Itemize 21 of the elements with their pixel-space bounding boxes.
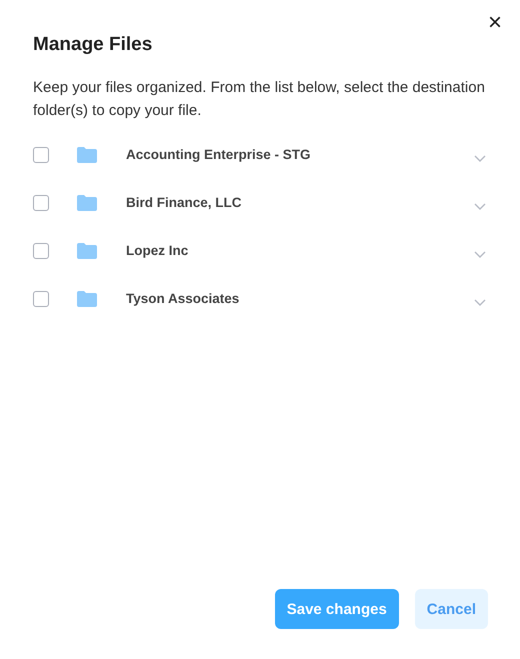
dialog-title: Manage Files [33, 34, 154, 56]
chevron-icon[interactable] [474, 154, 486, 162]
save-button[interactable]: Save changes [274, 589, 399, 629]
description-text: Keep your files organized. From the list below, select the destination folder(s) to copy your file. [33, 78, 486, 121]
close-button[interactable]: × [486, 12, 504, 34]
folder-icon [77, 194, 97, 210]
folder-icon [77, 242, 97, 258]
folder-name: Tyson Associates [126, 291, 240, 306]
chevron-icon[interactable] [474, 298, 486, 306]
checkbox[interactable] [33, 290, 49, 306]
chevron-icon[interactable] [474, 202, 486, 210]
folder-icon [77, 290, 97, 306]
checkbox[interactable] [33, 194, 49, 210]
folder-name: Lopez Inc [126, 243, 190, 258]
checkbox[interactable] [33, 146, 49, 162]
folder-name: Accounting Enterprise - STG [126, 147, 312, 162]
cancel-button[interactable]: Cancel [414, 589, 488, 629]
folder-name: Bird Finance, LLC [126, 195, 243, 210]
chevron-icon[interactable] [474, 250, 486, 258]
checkbox[interactable] [33, 242, 49, 258]
folder-icon [77, 146, 97, 162]
